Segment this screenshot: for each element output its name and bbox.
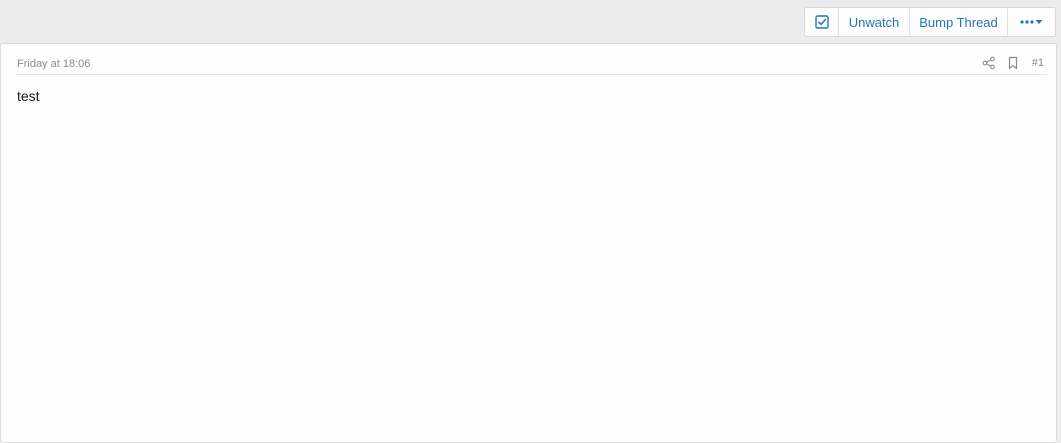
bookmark-icon[interactable] — [1005, 55, 1021, 71]
post-header: Friday at 18:06 #1 — [16, 44, 1047, 75]
thread-toolbar: Unwatch Bump Thread — [804, 7, 1056, 37]
post-container: Friday at 18:06 #1 test — [0, 43, 1057, 443]
select-thread-button[interactable] — [805, 8, 839, 36]
post-number-link[interactable]: #1 — [1032, 57, 1044, 69]
bump-thread-button[interactable]: Bump Thread — [910, 8, 1008, 36]
unwatch-button[interactable]: Unwatch — [839, 8, 910, 36]
post-actions: #1 — [981, 55, 1044, 71]
post-content: test — [17, 88, 40, 104]
share-icon[interactable] — [981, 55, 997, 71]
post-date[interactable]: Friday at 18:06 — [17, 58, 90, 70]
ellipsis-dropdown-icon — [1019, 18, 1044, 26]
more-options-button[interactable] — [1008, 8, 1055, 36]
checkbox-icon — [814, 15, 829, 29]
